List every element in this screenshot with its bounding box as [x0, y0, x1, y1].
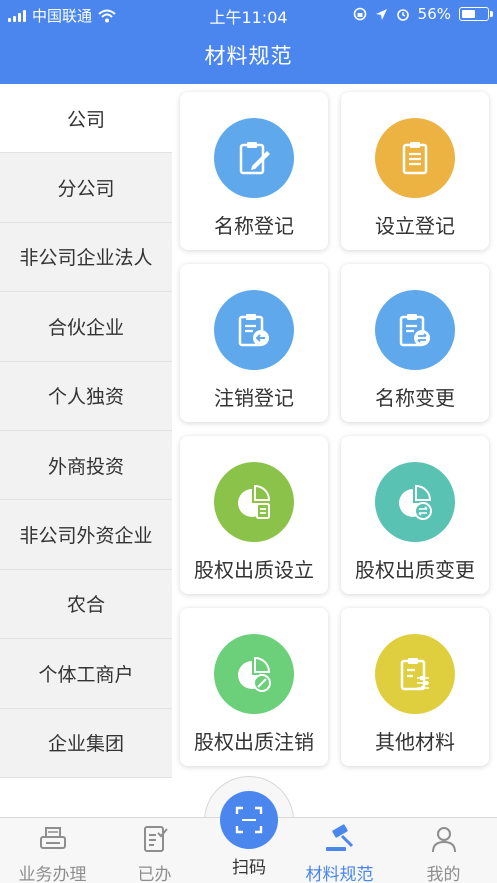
clipboard-list-icon	[375, 118, 455, 198]
sidebar-item-branch[interactable]: 分公司	[0, 153, 172, 223]
gavel-icon	[325, 824, 353, 851]
lock-rotation-icon	[353, 7, 366, 21]
tab-done[interactable]: 已办	[105, 818, 204, 883]
sidebar-item-sole-proprietorship[interactable]: 个人独资	[0, 362, 172, 431]
card-label: 注销登记	[214, 386, 294, 410]
card-name-change[interactable]: 名称变更	[341, 264, 489, 422]
sidebar-item-company[interactable]: 公司	[0, 84, 172, 154]
location-icon	[375, 8, 387, 20]
sidebar-item-non-company-legal[interactable]: 非公司企业法人	[0, 223, 172, 293]
scan-icon	[235, 806, 263, 834]
tab-mine[interactable]: 我的	[394, 818, 493, 883]
scan-label: 扫码	[232, 858, 266, 878]
clipboard-sliders-icon	[375, 634, 455, 714]
sidebar-item-enterprise-group[interactable]: 企业集团	[0, 709, 172, 778]
battery-percent: 56%	[417, 5, 451, 23]
card-label: 股权出质注销	[194, 730, 314, 754]
alarm-icon	[396, 9, 409, 21]
pie-doc-icon	[214, 462, 294, 542]
sidebar-item-farmer-coop[interactable]: 农合	[0, 570, 172, 640]
material-grid: 名称登记 设立登记 注销登记 名称变更 股权出质设立 股权出质变更 股权出质注销…	[172, 84, 497, 778]
sidebar-item-non-company-foreign[interactable]: 非公司外资企业	[0, 500, 172, 570]
checklist-icon	[143, 826, 168, 852]
page-title: 材料规范	[204, 44, 293, 68]
tab-label: 业务办理	[18, 865, 87, 883]
pie-cancel-icon	[214, 634, 294, 714]
card-equity-pledge-change[interactable]: 股权出质变更	[341, 436, 489, 594]
category-sidebar: 公司 分公司 非公司企业法人 合伙企业 个人独资 外商投资 非公司外资企业 农合…	[0, 84, 172, 778]
card-name-registration[interactable]: 名称登记	[180, 92, 328, 250]
clipboard-back-icon	[214, 290, 294, 370]
sidebar-item-partnership[interactable]: 合伙企业	[0, 292, 172, 362]
card-label: 设立登记	[375, 214, 455, 238]
tab-label: 我的	[426, 865, 461, 883]
card-label: 股权出质变更	[355, 558, 475, 582]
sidebar-item-individual-business[interactable]: 个体工商户	[0, 639, 172, 709]
card-other-materials[interactable]: 其他材料	[341, 608, 489, 766]
card-cancel-registration[interactable]: 注销登记	[180, 264, 328, 422]
user-icon	[431, 827, 456, 853]
card-label: 股权出质设立	[194, 558, 314, 582]
status-bar: 中国联通 上午11:04 56%	[0, 0, 497, 28]
card-equity-pledge-cancel[interactable]: 股权出质注销	[180, 608, 328, 766]
pie-swap-icon	[375, 462, 455, 542]
tab-label: 材料规范	[305, 865, 374, 883]
tab-label: 已办	[137, 865, 172, 883]
card-label: 名称登记	[214, 214, 294, 238]
clipboard-pen-icon	[214, 118, 294, 198]
tab-material-spec[interactable]: 材料规范	[290, 818, 389, 883]
printer-icon	[39, 827, 66, 849]
clipboard-swap-icon	[375, 290, 455, 370]
scan-button[interactable]	[220, 791, 278, 849]
card-equity-pledge-establish[interactable]: 股权出质设立	[180, 436, 328, 594]
sidebar-item-foreign-investment[interactable]: 外商投资	[0, 431, 172, 501]
tab-business[interactable]: 业务办理	[3, 818, 102, 883]
card-establish-registration[interactable]: 设立登记	[341, 92, 489, 250]
top-bar: 中国联通 上午11:04 56% 材料规范	[0, 0, 497, 84]
card-label: 其他材料	[375, 730, 455, 754]
card-label: 名称变更	[375, 386, 455, 410]
battery-icon	[459, 7, 493, 21]
